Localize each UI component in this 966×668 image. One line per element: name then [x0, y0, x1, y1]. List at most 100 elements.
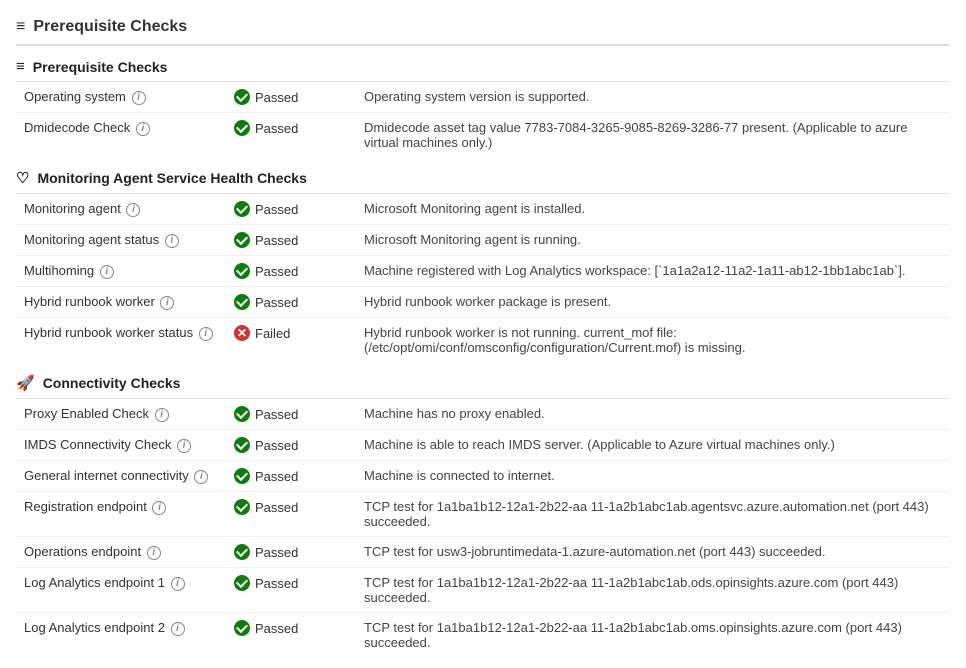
table-row: Registration endpoint i Passed TCP test fo… — [16, 492, 950, 537]
check-name-connectivity-1: IMDS Connectivity Check i — [16, 430, 226, 461]
passed-icon — [234, 499, 250, 515]
passed-icon — [234, 201, 250, 217]
check-detail-connectivity-6: TCP test for 1a1ba1b12-12a1-2b22-aa 11-1… — [356, 613, 950, 658]
section-title-monitoring: Monitoring Agent Service Health Checks — [37, 170, 306, 186]
check-detail-monitoring-2: Machine registered with Log Analytics wo… — [356, 256, 950, 287]
info-icon-connectivity-5[interactable]: i — [171, 577, 185, 591]
info-icon-monitoring-3[interactable]: i — [160, 296, 174, 310]
check-name-connectivity-4: Operations endpoint i — [16, 537, 226, 568]
passed-icon — [234, 544, 250, 560]
info-icon-prerequisite-1[interactable]: i — [136, 122, 150, 136]
main-container: ≡ Prerequisite Checks ≡Prerequisite Chec… — [0, 0, 966, 665]
table-row: Operating system i Passed Operating system… — [16, 82, 950, 113]
check-status-connectivity-0: Passed — [226, 399, 356, 430]
sections-container: ≡Prerequisite ChecksOperating system iPa… — [16, 50, 950, 657]
check-name-connectivity-0: Proxy Enabled Check i — [16, 399, 226, 430]
check-detail-connectivity-1: Machine is able to reach IMDS server. (A… — [356, 430, 950, 461]
table-row: IMDS Connectivity Check i Passed Machine i… — [16, 430, 950, 461]
info-icon-connectivity-4[interactable]: i — [147, 546, 161, 560]
status-label: Passed — [255, 576, 298, 591]
status-label: Passed — [255, 295, 298, 310]
passed-icon — [234, 406, 250, 422]
check-name-connectivity-6: Log Analytics endpoint 2 i — [16, 613, 226, 658]
check-name-prerequisite-0: Operating system i — [16, 82, 226, 113]
check-status-connectivity-2: Passed — [226, 461, 356, 492]
section-header-connectivity: 🚀 Connectivity Checks — [16, 366, 950, 399]
status-label: Passed — [255, 121, 298, 136]
status-label: Passed — [255, 90, 298, 105]
check-name-prerequisite-1: Dmidecode Check i — [16, 113, 226, 158]
info-icon-monitoring-2[interactable]: i — [100, 265, 114, 279]
info-icon-prerequisite-0[interactable]: i — [132, 91, 146, 105]
table-row: Log Analytics endpoint 2 iPassedTCP test… — [16, 613, 950, 658]
passed-icon — [234, 263, 250, 279]
check-status-connectivity-3: Passed — [226, 492, 356, 537]
table-row: Dmidecode Check iPassedDmidecode asset t… — [16, 113, 950, 158]
check-name-monitoring-1: Monitoring agent status i — [16, 225, 226, 256]
status-label: Passed — [255, 264, 298, 279]
check-status-prerequisite-1: Passed — [226, 113, 356, 158]
check-detail-connectivity-0: Machine has no proxy enabled. — [356, 399, 950, 430]
table-row: Monitoring agent status iPassedMicrosoft… — [16, 225, 950, 256]
table-row: Proxy Enabled Check i Passed Machine has n… — [16, 399, 950, 430]
failed-icon: ✕ — [234, 325, 250, 341]
table-row: Operations endpoint i Passed TCP test for … — [16, 537, 950, 568]
passed-icon — [234, 232, 250, 248]
info-icon-connectivity-2[interactable]: i — [194, 470, 208, 484]
status-label: Failed — [255, 326, 290, 341]
check-status-connectivity-6: Passed — [226, 613, 356, 658]
title-icon: ≡ — [16, 18, 25, 36]
passed-icon — [234, 575, 250, 591]
status-label: Passed — [255, 469, 298, 484]
table-row: General internet connectivity iPassedMac… — [16, 461, 950, 492]
check-name-monitoring-2: Multihoming i — [16, 256, 226, 287]
status-label: Passed — [255, 500, 298, 515]
table-row: Hybrid runbook worker i Passed Hybrid runb… — [16, 287, 950, 318]
check-name-connectivity-2: General internet connectivity i — [16, 461, 226, 492]
check-status-monitoring-2: Passed — [226, 256, 356, 287]
check-status-prerequisite-0: Passed — [226, 82, 356, 113]
check-detail-connectivity-5: TCP test for 1a1ba1b12-12a1-2b22-aa 11-1… — [356, 568, 950, 613]
passed-icon — [234, 89, 250, 105]
info-icon-monitoring-0[interactable]: i — [126, 203, 140, 217]
section-icon-connectivity: 🚀 — [16, 374, 35, 392]
section-icon-monitoring: ♡ — [16, 169, 29, 187]
check-detail-monitoring-4: Hybrid runbook worker is not running. cu… — [356, 318, 950, 363]
page-title-text: Prerequisite Checks — [33, 18, 187, 36]
check-name-monitoring-4: Hybrid runbook worker status i — [16, 318, 226, 363]
info-icon-monitoring-4[interactable]: i — [199, 327, 213, 341]
info-icon-monitoring-1[interactable]: i — [165, 234, 179, 248]
section-title-prerequisite: Prerequisite Checks — [33, 59, 168, 75]
table-row: Hybrid runbook worker status i ✕ Failed Hyb… — [16, 318, 950, 363]
passed-icon — [234, 437, 250, 453]
check-table-monitoring: Monitoring agent i Passed Microsoft Monito… — [16, 194, 950, 362]
info-icon-connectivity-6[interactable]: i — [171, 622, 185, 636]
check-status-connectivity-4: Passed — [226, 537, 356, 568]
check-name-connectivity-3: Registration endpoint i — [16, 492, 226, 537]
info-icon-connectivity-1[interactable]: i — [177, 439, 191, 453]
check-status-monitoring-0: Passed — [226, 194, 356, 225]
check-name-connectivity-5: Log Analytics endpoint 1 i — [16, 568, 226, 613]
status-label: Passed — [255, 233, 298, 248]
section-title-connectivity: Connectivity Checks — [43, 375, 181, 391]
info-icon-connectivity-3[interactable]: i — [152, 501, 166, 515]
check-status-monitoring-1: Passed — [226, 225, 356, 256]
check-detail-connectivity-3: TCP test for 1a1ba1b12-12a1-2b22-aa 11-1… — [356, 492, 950, 537]
check-status-monitoring-4: ✕ Failed — [226, 318, 356, 363]
status-label: Passed — [255, 438, 298, 453]
check-detail-prerequisite-0: Operating system version is supported. — [356, 82, 950, 113]
check-detail-monitoring-0: Microsoft Monitoring agent is installed. — [356, 194, 950, 225]
table-row: Monitoring agent i Passed Microsoft Monito… — [16, 194, 950, 225]
status-label: Passed — [255, 202, 298, 217]
table-row: Log Analytics endpoint 1 i Passed TCP test… — [16, 568, 950, 613]
info-icon-connectivity-0[interactable]: i — [155, 408, 169, 422]
status-label: Passed — [255, 407, 298, 422]
status-label: Passed — [255, 545, 298, 560]
section-header-monitoring: ♡ Monitoring Agent Service Health Checks — [16, 161, 950, 194]
check-detail-monitoring-3: Hybrid runbook worker package is present… — [356, 287, 950, 318]
check-name-monitoring-0: Monitoring agent i — [16, 194, 226, 225]
check-name-monitoring-3: Hybrid runbook worker i — [16, 287, 226, 318]
check-status-connectivity-5: Passed — [226, 568, 356, 613]
passed-icon — [234, 120, 250, 136]
check-detail-connectivity-4: TCP test for usw3-jobruntimedata-1.azure… — [356, 537, 950, 568]
